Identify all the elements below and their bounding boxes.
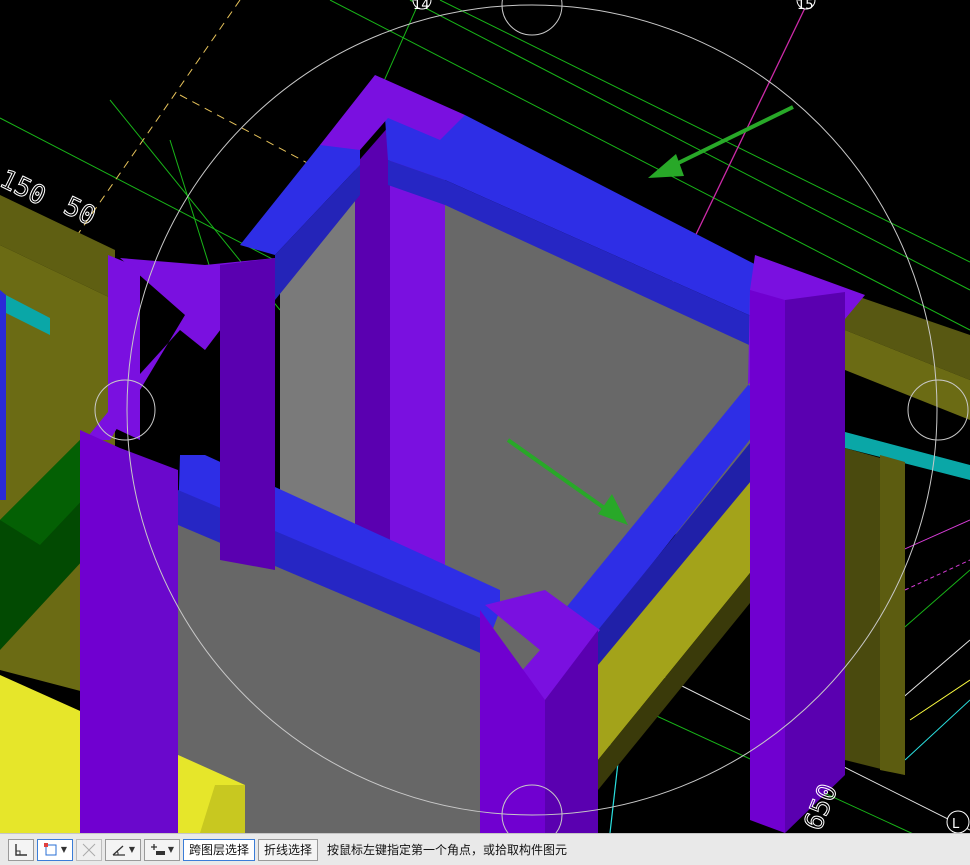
- chevron-down-icon: ▼: [167, 845, 175, 854]
- add-component-dropdown[interactable]: ▼: [144, 838, 180, 861]
- add-component-icon: [150, 843, 165, 855]
- dimension-label-50: 50: [59, 191, 100, 232]
- axis-label-14: 14: [413, 0, 430, 13]
- column-right-front[interactable]: [750, 290, 785, 833]
- cross-layer-select-button[interactable]: 跨图层选择: [183, 838, 256, 861]
- green-arrow-upper: [648, 105, 794, 178]
- column-left-upper[interactable]: [108, 255, 140, 440]
- column-left-front[interactable]: [80, 430, 120, 833]
- chevron-down-icon: ▼: [128, 845, 136, 854]
- cross-icon: [82, 843, 96, 856]
- angle-tool-icon: [112, 845, 125, 856]
- axis-corner-button[interactable]: [8, 838, 34, 861]
- select-box-dropdown[interactable]: ▼: [37, 838, 73, 861]
- column-left-upper-side[interactable]: [220, 258, 275, 570]
- axis-corner-icon: [15, 843, 27, 856]
- axis-label-15: 15: [797, 0, 814, 13]
- left-blue-edge[interactable]: [0, 290, 6, 500]
- polyline-select-button[interactable]: 折线选择: [258, 838, 319, 861]
- chevron-down-icon: ▼: [60, 845, 68, 854]
- right-beam-lower-face[interactable]: [880, 455, 905, 775]
- select-box-icon: [43, 842, 57, 855]
- status-message: 按鼠标左键指定第一个角点，或拾取构件图元: [327, 843, 568, 857]
- column-right-side[interactable]: [785, 292, 845, 833]
- 3d-model-viewport[interactable]: 14 15 150 50 650 L: [0, 0, 970, 833]
- cross-button[interactable]: [76, 838, 102, 861]
- column-left-face[interactable]: [120, 448, 178, 833]
- column-back-left-side[interactable]: [355, 125, 390, 560]
- angle-tool-dropdown[interactable]: ▼: [105, 838, 141, 861]
- bottom-toolbar: ▼ ▼ ▼ 跨图层选择 折线选择 按鼠标左键指定第一个角点，或拾取构件图元: [0, 833, 970, 865]
- model-canvas[interactable]: 14 15 150 50 650 L: [0, 0, 970, 833]
- corner-indicator-label: L: [952, 817, 960, 832]
